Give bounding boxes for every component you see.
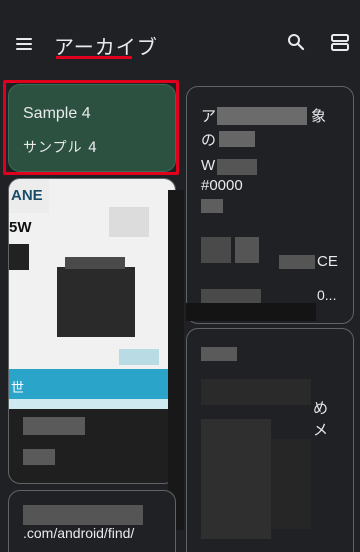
text-block [235, 237, 259, 263]
text-block [23, 417, 85, 435]
text-block [217, 159, 257, 175]
note-card-image[interactable]: ANE 5W 世 [8, 178, 176, 484]
image-block [9, 369, 175, 399]
note-text-fragment: ア [201, 108, 217, 125]
note-card-bottom[interactable]: .com/android/find/ [8, 490, 176, 552]
text-block [201, 379, 311, 405]
note-text-fragment: の [201, 132, 217, 149]
note-card-sample-4[interactable]: Sample 4 サンプル 4 [8, 84, 176, 172]
image-text: 5W [9, 219, 32, 236]
text-block [23, 449, 55, 465]
app-bar: アーカイブ [0, 0, 360, 84]
image-text: 世 [11, 380, 25, 395]
image-block [65, 257, 125, 269]
title-underline [56, 56, 132, 59]
note-text-fragment: 象 [311, 108, 327, 125]
image-text: ANE [11, 187, 43, 204]
text-block [219, 131, 255, 147]
note-text-fragment: 0... [317, 287, 337, 303]
text-block [201, 419, 271, 539]
note-text-fragment: W [201, 157, 216, 174]
text-block [201, 347, 237, 361]
image-block [9, 399, 175, 409]
pixel-overlay [186, 303, 316, 321]
text-block [201, 289, 261, 303]
text-block [201, 237, 231, 263]
text-block [201, 199, 223, 213]
note-card-right-2[interactable]: め メ [186, 328, 354, 552]
note-text-fragment: め [313, 400, 329, 417]
text-block [23, 505, 143, 525]
image-block [57, 267, 135, 337]
note-text-fragment: メ [313, 422, 329, 439]
text-block [271, 439, 311, 529]
note-title: Sample 4 [23, 105, 91, 122]
image-block [109, 207, 149, 237]
note-card-right-1[interactable]: ア 象 の W #0000 CE 0... [186, 86, 354, 324]
text-block [279, 255, 315, 269]
search-icon[interactable] [282, 28, 310, 56]
menu-icon[interactable] [10, 30, 38, 58]
note-link-text: .com/android/find/ [23, 525, 135, 541]
image-block [119, 349, 159, 365]
note-body: サンプル 4 [23, 140, 98, 156]
text-block [217, 107, 307, 125]
view-layout-icon[interactable] [326, 28, 354, 56]
image-block [9, 244, 29, 270]
pixel-overlay [168, 190, 184, 530]
note-text-fragment: #0000 [201, 177, 243, 194]
note-text-fragment: CE [317, 253, 338, 270]
